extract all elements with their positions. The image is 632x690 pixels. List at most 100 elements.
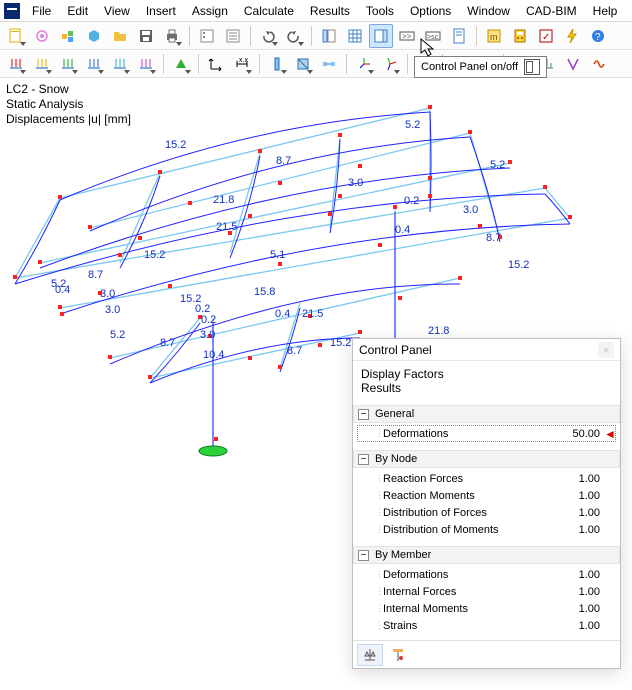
row-value[interactable]: 1.00 — [562, 507, 604, 519]
row-value[interactable]: 1.00 — [562, 524, 604, 536]
row-label: Distribution of Forces — [383, 507, 562, 519]
check-button[interactable]: ✓ — [534, 24, 558, 48]
factor-row[interactable]: ⋮Deformations50.00◄ — [357, 425, 616, 442]
row-label: Distribution of Moments — [383, 524, 562, 536]
node-marker — [458, 276, 462, 280]
display-green-loads-button[interactable] — [56, 52, 80, 76]
factor-row[interactable]: ⋮Internal Moments1.00 — [357, 600, 616, 617]
menu-options[interactable]: Options — [402, 2, 459, 20]
node-marker — [38, 260, 42, 264]
panel-group: −By Node ⋮Reaction Forces1.00⋮Reaction Mo… — [353, 450, 620, 544]
open-model-button[interactable] — [30, 24, 54, 48]
display-blue-loads-button[interactable] — [82, 52, 106, 76]
menu-edit[interactable]: Edit — [59, 2, 96, 20]
row-value[interactable]: 1.00 — [562, 490, 604, 502]
row-value[interactable]: 1.00 — [562, 586, 604, 598]
render-button[interactable] — [291, 52, 315, 76]
shrink-button[interactable] — [317, 52, 341, 76]
group-header[interactable]: −By Member — [353, 546, 620, 564]
undo-button[interactable] — [256, 24, 280, 48]
panel-footer — [353, 640, 620, 668]
menu-bar: File Edit View Insert Assign Calculate R… — [0, 0, 632, 22]
generate-button[interactable] — [82, 24, 106, 48]
menu-file[interactable]: File — [24, 2, 59, 20]
display-loads-button[interactable] — [4, 52, 28, 76]
panel-close-button[interactable]: × — [598, 342, 614, 358]
dimension-button[interactable]: x.x — [230, 52, 254, 76]
new-file-button[interactable] — [4, 24, 28, 48]
diagram-3-button[interactable] — [561, 52, 585, 76]
factor-row[interactable]: ⋮Strains1.00 — [357, 617, 616, 634]
menu-window[interactable]: Window — [459, 2, 518, 20]
control-panel[interactable]: Control Panel × Display Factors Results … — [352, 338, 621, 669]
print-button[interactable] — [160, 24, 184, 48]
dots-icon: ⋮ — [375, 586, 383, 597]
save-button[interactable] — [134, 24, 158, 48]
menu-view[interactable]: View — [96, 2, 138, 20]
global-axes-button[interactable] — [378, 52, 402, 76]
panel-sub1: Display Factors — [361, 367, 612, 381]
row-value[interactable]: 1.00 — [562, 473, 604, 485]
display-yellow-loads-button[interactable] — [30, 52, 54, 76]
panel-titlebar[interactable]: Control Panel × — [353, 339, 620, 361]
display-support-button[interactable] — [169, 52, 193, 76]
node-marker — [168, 284, 172, 288]
tooltip: Control Panel on/off — [414, 56, 547, 78]
display-cyan-loads-button[interactable] — [108, 52, 132, 76]
value-label: 5.1 — [270, 249, 285, 261]
display-magenta-loads-button[interactable] — [134, 52, 158, 76]
control-panel-button[interactable] — [369, 24, 393, 48]
axis-button[interactable] — [204, 52, 228, 76]
group-header[interactable]: −General — [353, 405, 620, 423]
node-marker — [58, 305, 62, 309]
script-button[interactable]: >sc — [421, 24, 445, 48]
menu-insert[interactable]: Insert — [138, 2, 184, 20]
factor-row[interactable]: ⋮Distribution of Forces1.00 — [357, 504, 616, 521]
factor-row[interactable]: ⋮Distribution of Moments1.00 — [357, 521, 616, 538]
units-button[interactable]: m — [482, 24, 506, 48]
row-value[interactable]: 1.00 — [562, 569, 604, 581]
menu-cadbim[interactable]: CAD-BIM — [518, 2, 585, 20]
load-data-button[interactable] — [221, 24, 245, 48]
section-button[interactable] — [265, 52, 289, 76]
panel-tab-filter[interactable] — [385, 644, 411, 666]
blocks-button[interactable] — [56, 24, 80, 48]
value-label: 21.8 — [428, 325, 449, 337]
menu-help[interactable]: Help — [585, 2, 626, 20]
collapse-toggle[interactable]: − — [358, 409, 369, 420]
group-header[interactable]: −By Node — [353, 450, 620, 468]
row-value[interactable]: 50.00 — [562, 428, 604, 440]
open-button[interactable] — [108, 24, 132, 48]
help-button[interactable]: ? — [586, 24, 610, 48]
local-axes-button[interactable] — [352, 52, 376, 76]
menu-tools[interactable]: Tools — [358, 2, 402, 20]
value-label: 3.0 — [100, 288, 115, 300]
node-marker — [138, 236, 142, 240]
model-data-button[interactable] — [195, 24, 219, 48]
menu-assign[interactable]: Assign — [184, 2, 236, 20]
navigator-button[interactable] — [317, 24, 341, 48]
panel-title-text: Control Panel — [359, 343, 432, 357]
factor-row[interactable]: ⋮Internal Forces1.00 — [357, 583, 616, 600]
redo-button[interactable] — [282, 24, 306, 48]
calculate-button[interactable] — [508, 24, 532, 48]
document-button[interactable] — [447, 24, 471, 48]
factor-row[interactable]: ⋮Reaction Forces1.00 — [357, 470, 616, 487]
row-value[interactable]: 1.00 — [562, 603, 604, 615]
collapse-toggle[interactable]: − — [358, 454, 369, 465]
factor-row[interactable]: ⋮Deformations1.00 — [357, 566, 616, 583]
collapse-toggle[interactable]: − — [358, 550, 369, 561]
menu-calculate[interactable]: Calculate — [236, 2, 302, 20]
value-label: 15.2 — [144, 249, 165, 261]
node-marker — [338, 133, 342, 137]
node-marker — [278, 181, 282, 185]
menu-results[interactable]: Results — [302, 2, 358, 20]
row-value[interactable]: 1.00 — [562, 620, 604, 632]
tables-button[interactable] — [343, 24, 367, 48]
panel-tab-factors[interactable] — [357, 644, 383, 666]
diagram-4-button[interactable] — [587, 52, 611, 76]
row-label: Deformations — [383, 428, 562, 440]
lightning-button[interactable] — [560, 24, 584, 48]
command-line-button[interactable]: >> — [395, 24, 419, 48]
factor-row[interactable]: ⋮Reaction Moments1.00 — [357, 487, 616, 504]
